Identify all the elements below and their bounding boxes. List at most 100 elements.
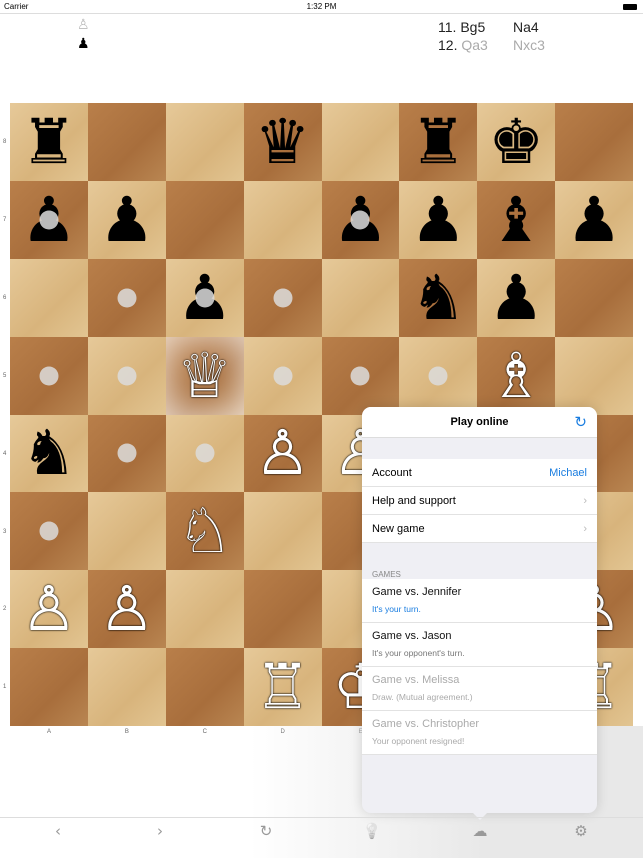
square-a6[interactable] xyxy=(10,258,88,337)
black-piece-g6[interactable]: ♟ xyxy=(488,266,544,329)
square-d2[interactable] xyxy=(243,570,322,649)
square-f6[interactable]: ♞ xyxy=(399,258,478,337)
black-piece-f7[interactable]: ♟ xyxy=(411,188,467,251)
black-move[interactable]: Nxc3 xyxy=(513,37,545,53)
game-row[interactable]: Game vs. Christopher Your opponent resign… xyxy=(362,711,597,755)
black-piece-f8[interactable]: ♜ xyxy=(411,110,467,173)
square-c8[interactable] xyxy=(165,103,244,181)
square-g8[interactable]: ♚ xyxy=(477,103,556,181)
white-piece-g5[interactable]: ♗ xyxy=(488,344,544,407)
square-h7[interactable]: ♟ xyxy=(555,180,633,259)
move-hint-dot[interactable] xyxy=(195,443,215,463)
account-row[interactable]: Account Michael xyxy=(362,459,597,487)
game-row[interactable]: Game vs. Jason It's your opponent's turn. xyxy=(362,623,597,667)
square-a5[interactable] xyxy=(10,336,88,415)
black-piece-a4[interactable]: ♞ xyxy=(21,422,77,484)
new-game-row[interactable]: New game › xyxy=(362,515,597,543)
square-f8[interactable]: ♜ xyxy=(399,103,478,181)
square-d5[interactable] xyxy=(243,336,322,415)
square-h5[interactable] xyxy=(555,336,633,415)
square-g7[interactable]: ♝ xyxy=(477,180,556,259)
square-d1[interactable]: ♖ xyxy=(243,648,322,726)
square-b5[interactable] xyxy=(87,336,166,415)
help-and-support-row[interactable]: Help and support › xyxy=(362,487,597,515)
hint-lightbulb-icon[interactable]: 💡 xyxy=(362,822,382,840)
square-g6[interactable]: ♟ xyxy=(477,258,556,337)
move-hint-dot[interactable] xyxy=(39,366,59,386)
refresh-icon[interactable]: ↻ xyxy=(574,407,587,438)
white-move[interactable]: Qa3 xyxy=(461,37,487,53)
square-c6[interactable]: ♟ xyxy=(165,258,244,337)
square-c5[interactable]: ♕ xyxy=(165,336,244,415)
black-piece-g7[interactable]: ♝ xyxy=(488,188,544,251)
square-c1[interactable] xyxy=(165,648,244,726)
black-piece-d8[interactable]: ♛ xyxy=(255,110,311,173)
square-e6[interactable] xyxy=(321,258,400,337)
square-b2[interactable]: ♙ xyxy=(87,570,166,649)
square-b3[interactable] xyxy=(87,492,166,571)
move-hint-dot[interactable] xyxy=(117,366,137,386)
square-b8[interactable] xyxy=(87,103,166,181)
square-c4[interactable] xyxy=(165,414,244,493)
square-d4[interactable]: ♙ xyxy=(243,414,322,493)
square-a3[interactable] xyxy=(10,492,88,571)
black-piece-g8[interactable]: ♚ xyxy=(488,110,544,173)
square-d6[interactable] xyxy=(243,258,322,337)
black-move[interactable]: Na4 xyxy=(513,19,539,35)
square-a2[interactable]: ♙ xyxy=(10,570,88,649)
black-piece-b7[interactable]: ♟ xyxy=(99,188,155,251)
move-hint-dot[interactable] xyxy=(195,288,215,308)
white-piece-a2[interactable]: ♙ xyxy=(21,578,77,640)
move-hint-dot[interactable] xyxy=(273,366,293,386)
square-h8[interactable] xyxy=(555,103,633,181)
back-icon[interactable]: ‹ xyxy=(48,822,68,840)
square-e8[interactable] xyxy=(321,103,400,181)
move-row[interactable]: 12. Qa3 xyxy=(438,37,488,53)
square-e7[interactable]: ♟ xyxy=(321,180,400,259)
cloud-icon[interactable]: ☁ xyxy=(470,822,490,840)
move-hint-dot[interactable] xyxy=(350,210,370,230)
move-hint-dot[interactable] xyxy=(117,288,137,308)
move-hint-dot[interactable] xyxy=(39,521,59,541)
square-f7[interactable]: ♟ xyxy=(399,180,478,259)
forward-icon[interactable]: › xyxy=(150,822,170,840)
square-b4[interactable] xyxy=(87,414,166,493)
square-a7[interactable]: ♟ xyxy=(10,180,88,259)
white-piece-d1[interactable]: ♖ xyxy=(255,656,311,718)
square-a8[interactable]: ♜ xyxy=(10,103,88,181)
white-piece-c5[interactable]: ♕ xyxy=(177,344,233,407)
move-hint-dot[interactable] xyxy=(117,443,137,463)
square-c2[interactable] xyxy=(165,570,244,649)
rank-label: 6 xyxy=(3,294,7,301)
square-g5[interactable]: ♗ xyxy=(477,336,556,415)
white-piece-b2[interactable]: ♙ xyxy=(99,578,155,640)
square-b1[interactable] xyxy=(87,648,166,726)
square-b6[interactable] xyxy=(87,258,166,337)
undo-icon[interactable]: ↻ xyxy=(256,822,276,840)
square-h6[interactable] xyxy=(555,258,633,337)
square-a1[interactable] xyxy=(10,648,88,726)
square-a4[interactable]: ♞ xyxy=(10,414,88,493)
black-piece-h7[interactable]: ♟ xyxy=(566,188,622,251)
white-move[interactable]: Bg5 xyxy=(460,19,485,35)
square-d7[interactable] xyxy=(243,180,322,259)
move-hint-dot[interactable] xyxy=(39,210,59,230)
white-piece-d4[interactable]: ♙ xyxy=(255,422,311,484)
square-f5[interactable] xyxy=(399,336,478,415)
square-c3[interactable]: ♘ xyxy=(165,492,244,571)
square-d3[interactable] xyxy=(243,492,322,571)
move-row[interactable]: 11. Bg5 xyxy=(438,19,485,35)
black-piece-a8[interactable]: ♜ xyxy=(21,110,77,173)
square-b7[interactable]: ♟ xyxy=(87,180,166,259)
settings-gear-icon[interactable]: ⚙ xyxy=(571,822,591,840)
white-piece-c3[interactable]: ♘ xyxy=(177,500,233,562)
move-hint-dot[interactable] xyxy=(350,366,370,386)
move-hint-dot[interactable] xyxy=(428,366,448,386)
game-row[interactable]: Game vs. Jennifer It's your turn. xyxy=(362,579,597,623)
game-row[interactable]: Game vs. Melissa Draw. (Mutual agreement.… xyxy=(362,667,597,711)
square-d8[interactable]: ♛ xyxy=(243,103,322,181)
square-e5[interactable] xyxy=(321,336,400,415)
black-piece-f6[interactable]: ♞ xyxy=(411,266,467,329)
square-c7[interactable] xyxy=(165,180,244,259)
move-hint-dot[interactable] xyxy=(273,288,293,308)
